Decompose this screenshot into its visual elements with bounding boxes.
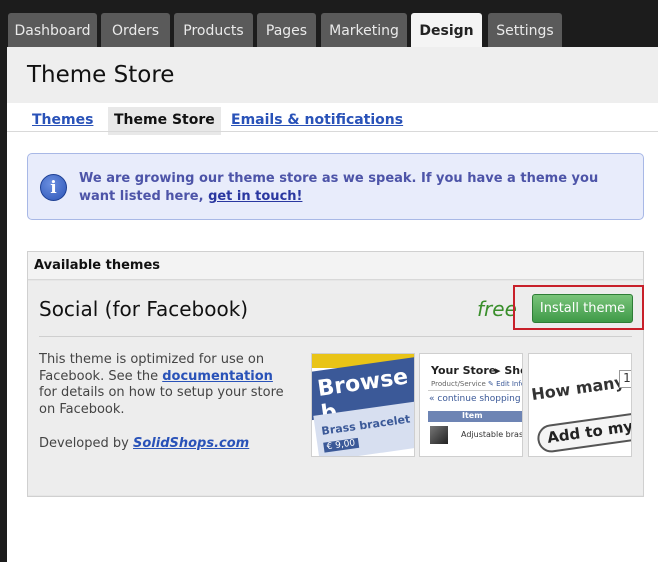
product-image-icon <box>430 426 448 444</box>
developer-prefix: Developed by <box>39 436 129 451</box>
thumb-add-button: Add to my c <box>535 409 632 455</box>
thumb-table-header: Item <box>428 411 522 422</box>
page-title: Theme Store <box>27 62 175 88</box>
info-text: We are growing our theme store as we spe… <box>79 170 634 206</box>
info-message: i We are growing our theme store as we s… <box>27 153 644 220</box>
thumb-store-title: Your Store <box>431 364 497 377</box>
panel-title: Available themes <box>34 258 161 273</box>
tab-dashboard[interactable]: Dashboard <box>8 13 97 47</box>
theme-description: This theme is optimized for use on Faceb… <box>39 352 289 418</box>
divider <box>39 336 632 337</box>
thumb-question: How many? <box>530 370 632 405</box>
thumb-subtitle: Product/Service <box>431 380 486 388</box>
thumb-edit-info: ✎ Edit Info <box>488 380 523 388</box>
top-navigation: Dashboard Orders Products Pages Marketin… <box>0 0 658 47</box>
theme-thumbnail-1[interactable]: Browse b Brass bracelet € 9,00 <box>311 353 415 457</box>
tab-marketing[interactable]: Marketing <box>321 13 407 47</box>
theme-name: Social (for Facebook) <box>39 297 249 321</box>
tab-orders[interactable]: Orders <box>101 13 170 47</box>
tab-products[interactable]: Products <box>174 13 253 47</box>
thumb-product-price: € 9,00 <box>323 437 359 453</box>
tab-design[interactable]: Design <box>411 13 482 47</box>
developer-link[interactable]: SolidShops.com <box>133 436 249 451</box>
thumb-add-label: Add to my c <box>546 415 632 447</box>
info-message-text: We are growing our theme store as we spe… <box>79 171 599 204</box>
theme-thumbnail-2[interactable]: Your Store ▸ Sho Product/Service ✎ Edit … <box>419 353 523 457</box>
thumb-product-name: Brass bracelet <box>320 412 411 438</box>
info-icon: i <box>40 174 67 201</box>
divider <box>7 131 658 132</box>
thumb-continue-shopping: « continue shopping <box>429 394 521 404</box>
description-text-end: for details on how to setup your store o… <box>39 385 284 417</box>
documentation-link[interactable]: documentation <box>162 369 273 384</box>
theme-thumbnail-3[interactable]: How many? 1 Add to my c <box>528 353 632 457</box>
thumb-column-label: Item <box>462 411 483 420</box>
developer-credit: Developed by SolidShops.com <box>39 436 249 451</box>
thumb-qty-field: 1 <box>619 370 631 388</box>
thumb-breadcrumb: ▸ Sho <box>495 364 522 377</box>
panel-header: Available themes <box>28 252 643 280</box>
thumb-item-name: Adjustable brass <box>461 430 523 439</box>
tab-settings[interactable]: Settings <box>488 13 562 47</box>
theme-price: free <box>477 297 517 321</box>
divider <box>428 390 520 391</box>
sub-navigation: Themes Theme Store Emails & notification… <box>7 103 658 135</box>
page-header: Theme Store <box>7 47 658 103</box>
tab-pages[interactable]: Pages <box>257 13 316 47</box>
install-button-highlight <box>513 285 644 330</box>
get-in-touch-link[interactable]: get in touch! <box>208 189 302 204</box>
